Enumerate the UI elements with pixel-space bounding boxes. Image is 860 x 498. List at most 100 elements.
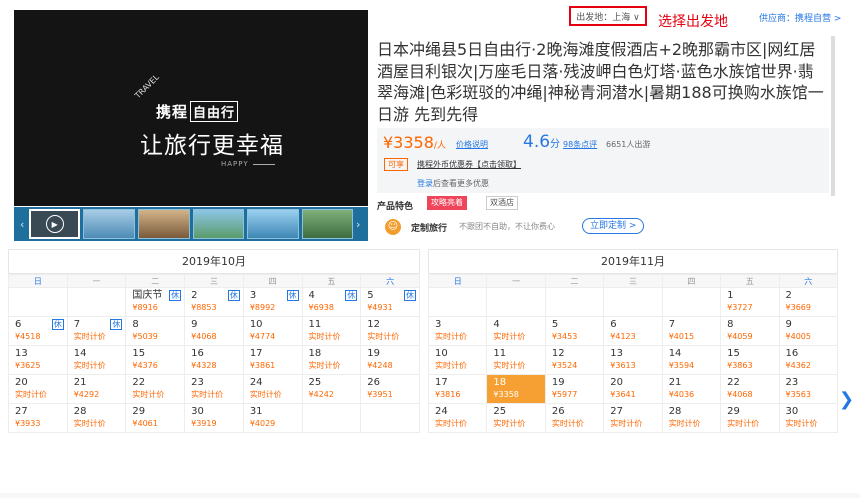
holiday-badge: 休 [110, 319, 123, 330]
chevron-right-icon[interactable]: ❯ [839, 389, 854, 410]
login-link[interactable]: 登录 [417, 179, 433, 188]
thumbnail-item[interactable] [137, 209, 190, 239]
calendar-week: 10 实时计价 11 实时计价 12 ¥3524 13 ¥3613 14 ¥3594 15 ¥3863… [427, 345, 839, 375]
day-number: 1 [727, 290, 734, 301]
thumbnail-item[interactable] [301, 209, 354, 239]
coupon-link[interactable]: 携程外币优惠券【点击领取】 [417, 159, 521, 170]
calendar-day[interactable]: 26 实时计价 [544, 403, 605, 433]
reviews-link[interactable]: 98条点评 [563, 139, 597, 150]
calendar-day[interactable]: 15 ¥4376 [125, 345, 186, 375]
thumbnail-item[interactable] [247, 209, 299, 239]
calendar-day[interactable]: 13 ¥3625 [8, 345, 68, 375]
calendar-day[interactable]: 1 ¥3727 [720, 287, 780, 317]
calendar-day[interactable]: 21 ¥4036 [661, 374, 722, 404]
day-number: 11 [493, 348, 507, 359]
departure-select[interactable]: 出发地：上海 ∨ [569, 6, 647, 26]
day-number: 30 [785, 406, 799, 417]
calendar-day[interactable]: 29 实时计价 [720, 403, 780, 433]
calendar-day[interactable]: 30 ¥3919 [184, 403, 244, 433]
calendar-day[interactable]: 4 ¥6938 休 [301, 287, 362, 317]
day-price: ¥4242 [308, 390, 334, 399]
calendar-day[interactable]: 9 ¥4005 [778, 316, 839, 346]
thumbnail-video[interactable]: ▶ [28, 209, 81, 239]
video-slogan: 让旅行更幸福 [140, 133, 284, 159]
calendar-day[interactable]: 8 ¥4059 [720, 316, 780, 346]
promo-video[interactable]: TRAVEL 携程 自由行 让旅行更幸福 HAPPY [14, 10, 368, 206]
calendar-day[interactable]: 5 ¥3453 [544, 316, 605, 346]
calendar-day[interactable]: 24 实时计价 [242, 374, 303, 404]
holiday-badge: 休 [51, 319, 64, 330]
calendar-day[interactable]: 11 实时计价 [486, 345, 546, 375]
calendar-day[interactable]: 22 ¥4068 [720, 374, 780, 404]
feature-tag-guide[interactable]: 攻略亮着 [427, 196, 467, 210]
calendar-day[interactable]: 27 ¥3933 [8, 403, 68, 433]
calendar-day[interactable]: 23 ¥3563 [778, 374, 839, 404]
calendar-day[interactable]: 6 ¥4518 休 [8, 316, 68, 346]
calendar-day[interactable]: 13 ¥3613 [603, 345, 663, 375]
calendar-day[interactable]: 17 ¥3816 [427, 374, 488, 404]
day-number: 2 [785, 290, 792, 301]
custom-travel-button[interactable]: 立即定制 > [582, 218, 645, 234]
calendar-day[interactable]: 国庆节 ¥8916 休 [125, 287, 186, 317]
calendar-day[interactable]: 25 实时计价 [486, 403, 546, 433]
calendar-day[interactable]: 26 ¥3951 [360, 374, 420, 404]
calendar-day[interactable]: 14 ¥3594 [661, 345, 722, 375]
calendar-day[interactable]: 24 实时计价 [427, 403, 488, 433]
scrollbar[interactable] [831, 36, 835, 196]
weekday-header: 日 [427, 274, 488, 288]
calendar-day[interactable]: 17 ¥3861 [242, 345, 303, 375]
day-price: 实时计价 [191, 390, 224, 399]
calendar-day[interactable]: 20 实时计价 [8, 374, 68, 404]
calendar-day[interactable]: 25 ¥4242 [301, 374, 362, 404]
calendar-day[interactable]: 3 ¥8992 休 [242, 287, 303, 317]
calendar-day[interactable]: 31 ¥4029 [242, 403, 303, 433]
calendar-day[interactable]: 22 实时计价 [125, 374, 186, 404]
calendar-day[interactable]: 10 实时计价 [427, 345, 488, 375]
calendar-day[interactable]: 23 实时计价 [184, 374, 244, 404]
calendar-day[interactable]: 14 实时计价 [66, 345, 127, 375]
calendar-day[interactable]: 19 ¥5977 [544, 374, 605, 404]
calendar-day[interactable]: 16 ¥4328 [184, 345, 244, 375]
calendar-day[interactable]: 3 实时计价 [427, 316, 488, 346]
calendar-day[interactable]: 16 ¥4362 [778, 345, 839, 375]
calendar-day[interactable]: 12 实时计价 [360, 316, 420, 346]
calendar-day[interactable]: 7 实时计价休 [66, 316, 127, 346]
calendar-day[interactable]: 5 ¥4931 休 [360, 287, 420, 317]
calendar-day[interactable]: 28 实时计价 [661, 403, 722, 433]
calendar-day[interactable]: 18 实时计价 [301, 345, 362, 375]
chevron-right-icon[interactable]: › [356, 218, 362, 231]
video-tag: TRAVEL [133, 72, 161, 101]
calendar-day[interactable]: 8 ¥5039 [125, 316, 186, 346]
calendar-day[interactable]: 15 ¥3863 [720, 345, 780, 375]
day-price: ¥3816 [435, 390, 461, 399]
day-number: 22 [132, 377, 146, 388]
calendar-day[interactable]: 6 ¥4123 [603, 316, 663, 346]
calendar-day[interactable]: 7 ¥4015 [661, 316, 722, 346]
calendar-day[interactable]: 27 实时计价 [603, 403, 663, 433]
day-price: ¥4123 [610, 332, 636, 341]
calendar-day[interactable]: 9 ¥4068 [184, 316, 244, 346]
calendar-day[interactable]: 11 实时计价 [301, 316, 362, 346]
calendar-day[interactable]: 12 ¥3524 [544, 345, 605, 375]
calendar-day[interactable]: 30 实时计价 [778, 403, 839, 433]
day-price: ¥3933 [15, 419, 41, 428]
calendar-day[interactable]: 4 实时计价 [486, 316, 546, 346]
day-number: 18 [493, 377, 507, 388]
thumbnail-item[interactable] [83, 209, 135, 239]
calendar-day[interactable]: 2 ¥8853 休 [184, 287, 244, 317]
calendar-day[interactable]: 19 ¥4248 [360, 345, 420, 375]
calendar-day[interactable]: 28 实时计价 [66, 403, 127, 433]
day-price: ¥3625 [15, 361, 41, 370]
calendar-day[interactable]: 2 ¥3669 [778, 287, 839, 317]
weekday-header: 一 [486, 274, 546, 288]
weekday-header: 五 [301, 274, 362, 288]
price-note-link[interactable]: 价格说明 [456, 139, 488, 150]
calendar-day[interactable]: 18 ¥3358 [486, 374, 546, 404]
supplier-link[interactable]: 供应商：携程自营 > [759, 11, 841, 24]
calendar-day[interactable]: 21 ¥4292 [66, 374, 127, 404]
calendar-day[interactable]: 20 ¥3641 [603, 374, 663, 404]
chevron-left-icon[interactable]: ‹ [20, 218, 26, 231]
calendar-day[interactable]: 29 ¥4061 [125, 403, 186, 433]
thumbnail-item[interactable] [192, 209, 245, 239]
calendar-day[interactable]: 10 ¥4774 [242, 316, 303, 346]
